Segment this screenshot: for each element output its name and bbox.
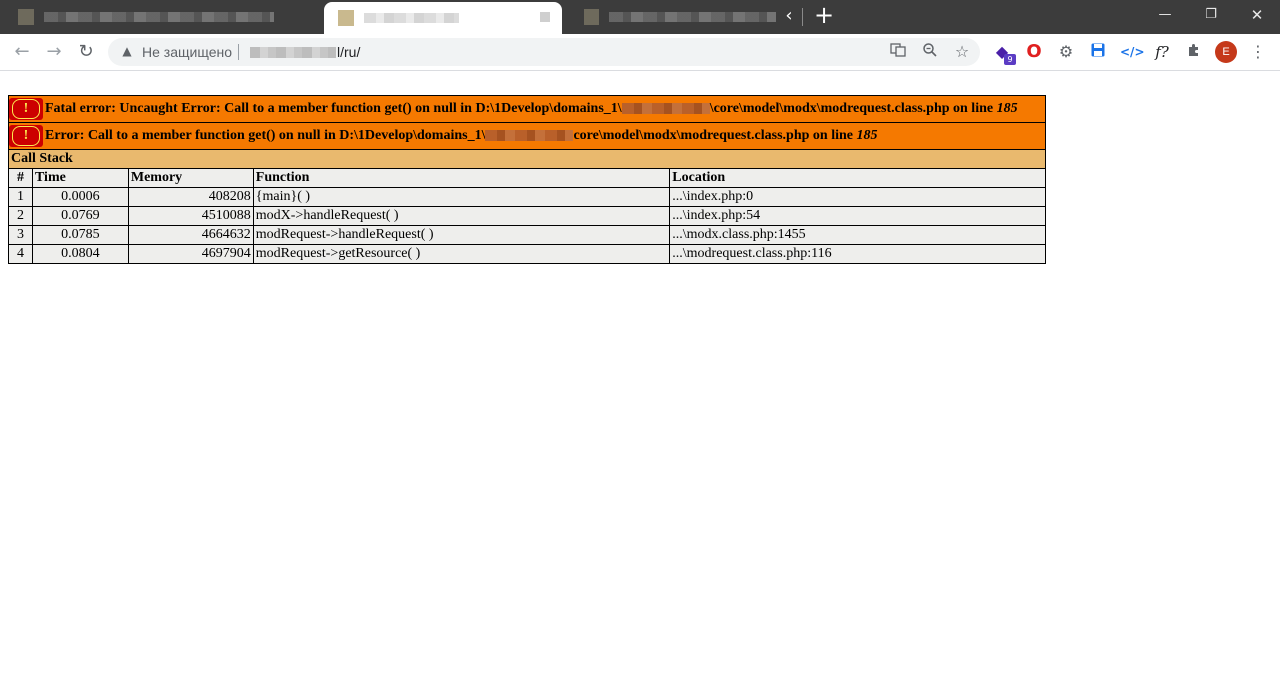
close-window-button[interactable]: ✕	[1234, 0, 1280, 30]
table-row: 1 0.0006 408208 {main}( ) ...\index.php:…	[8, 187, 1046, 207]
bookmark-star-icon[interactable]: ☆	[952, 42, 972, 62]
error-prefix: Error: Call to a member function get() o…	[45, 128, 486, 143]
translate-icon[interactable]	[888, 42, 908, 62]
cell-time: 0.0006	[31, 187, 129, 207]
cell-function: modRequest->getResource( )	[252, 244, 671, 264]
security-label[interactable]: Не защищено	[142, 44, 232, 60]
fatal-error-line: 185	[996, 101, 1018, 116]
column-header-time: Time	[31, 168, 129, 188]
new-tab-button[interactable]: +	[812, 3, 836, 28]
tab-title-redacted	[364, 13, 459, 23]
fatal-error-suffix: \core\model\modx\modrequest.class.php on…	[709, 101, 997, 116]
extension-code-icon[interactable]: </>	[1120, 42, 1145, 62]
error-row: ! Error: Call to a member function get() …	[8, 122, 1046, 150]
error-icon: !	[9, 124, 43, 147]
cell-function: modRequest->handleRequest( )	[252, 225, 671, 245]
xdebug-error-table: ! Fatal error: Uncaught Error: Call to a …	[8, 95, 1046, 264]
fatal-error-row: ! Fatal error: Uncaught Error: Call to a …	[8, 95, 1046, 123]
extension-gear-icon[interactable]: ⚙	[1056, 42, 1076, 62]
column-header-location: Location	[669, 168, 1046, 188]
table-row: 4 0.0804 4697904 modRequest->getResource…	[8, 244, 1046, 264]
cell-num: 3	[8, 225, 33, 245]
cell-location: ...\index.php:54	[669, 206, 1046, 226]
cell-time: 0.0785	[31, 225, 129, 245]
tab-separator	[802, 8, 803, 26]
extension-opera-icon[interactable]: O	[1024, 42, 1044, 62]
url-path[interactable]: l/ru/	[337, 44, 360, 60]
fatal-error-prefix: Fatal error: Uncaught Error: Call to a m…	[45, 101, 622, 116]
column-header-num: #	[8, 168, 33, 188]
extension-save-icon[interactable]	[1088, 42, 1108, 62]
address-divider	[238, 44, 239, 60]
cell-location: ...\modrequest.class.php:116	[669, 244, 1046, 264]
path-redacted	[621, 103, 710, 115]
browser-toolbar: ← → ↻ ▲ Не защищено l/ru/ ☆ ◆ 9 O ⚙ </> f…	[0, 34, 1280, 71]
url-host-redacted	[250, 47, 336, 58]
cell-memory: 408208	[127, 187, 254, 207]
cell-location: ...\index.php:0	[669, 187, 1046, 207]
minimize-button[interactable]: —	[1142, 0, 1188, 30]
forward-button[interactable]: →	[42, 40, 66, 64]
extension-icon-1[interactable]: ◆ 9	[992, 42, 1016, 65]
extension-formula-icon[interactable]: f?	[1150, 42, 1174, 62]
tab-active[interactable]	[324, 2, 562, 34]
restore-button[interactable]: ❐	[1188, 0, 1234, 30]
tab-strip: ‹ + — ❐ ✕	[0, 0, 1280, 34]
call-stack-title: Call Stack	[8, 149, 1046, 169]
cell-time: 0.0804	[31, 244, 129, 264]
column-header-function: Function	[252, 168, 671, 188]
cell-function: {main}( )	[252, 187, 671, 207]
reload-button[interactable]: ↻	[74, 40, 98, 64]
cell-num: 1	[8, 187, 33, 207]
tab-title-redacted	[608, 12, 776, 22]
warning-icon[interactable]: ▲	[120, 44, 134, 58]
cell-num: 2	[8, 206, 33, 226]
tab-title-redacted	[44, 12, 274, 22]
cell-memory: 4510088	[127, 206, 254, 226]
extension-badge: 9	[1004, 54, 1016, 65]
table-row: 3 0.0785 4664632 modRequest->handleReque…	[8, 225, 1046, 245]
cell-memory: 4697904	[127, 244, 254, 264]
error-line: 185	[856, 128, 878, 143]
table-row: 2 0.0769 4510088 modX->handleRequest( ) …	[8, 206, 1046, 226]
cell-memory: 4664632	[127, 225, 254, 245]
tab-scroll-left-icon[interactable]: ‹	[778, 5, 800, 27]
path-redacted	[485, 130, 574, 142]
tab-inactive-1[interactable]	[0, 0, 320, 34]
tab-inactive-2[interactable]	[566, 0, 776, 34]
back-button[interactable]: ←	[10, 40, 34, 64]
cell-location: ...\modx.class.php:1455	[669, 225, 1046, 245]
tab-close-icon[interactable]	[540, 12, 550, 22]
extensions-puzzle-icon[interactable]	[1184, 42, 1204, 62]
error-icon: !	[9, 97, 43, 120]
zoom-icon[interactable]	[920, 42, 940, 62]
address-bar[interactable]: ▲ Не защищено l/ru/ ☆	[108, 38, 980, 66]
tab-favicon	[584, 9, 599, 25]
profile-avatar[interactable]: E	[1215, 41, 1237, 63]
tab-favicon	[18, 9, 34, 25]
column-header-memory: Memory	[127, 168, 254, 188]
cell-function: modX->handleRequest( )	[252, 206, 671, 226]
browser-menu-icon[interactable]: ⋮	[1248, 42, 1268, 62]
error-suffix: core\model\modx\modrequest.class.php on …	[573, 128, 857, 143]
cell-time: 0.0769	[31, 206, 129, 226]
cell-num: 4	[8, 244, 33, 264]
tab-favicon	[338, 10, 354, 26]
